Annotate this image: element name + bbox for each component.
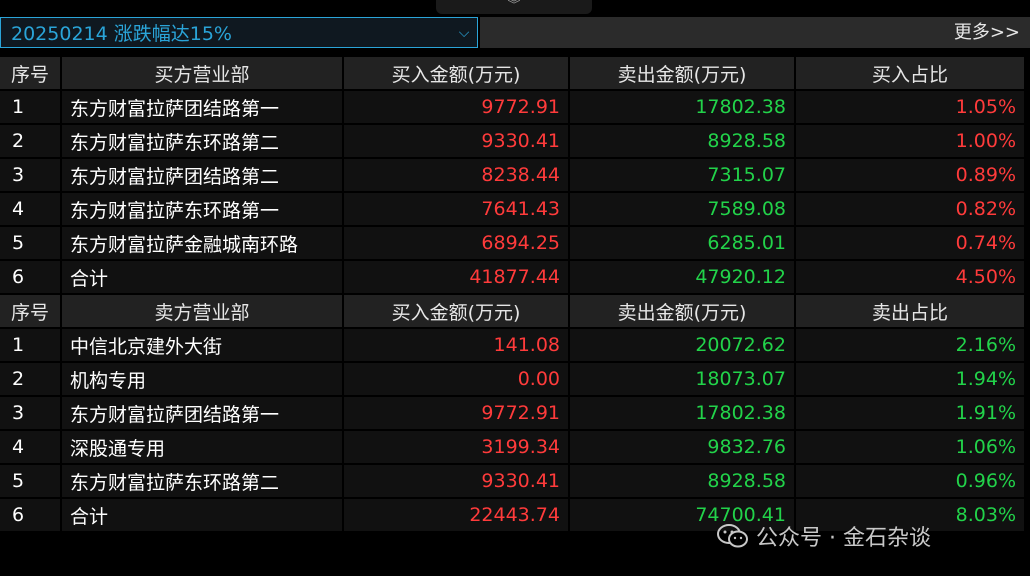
row-index: 5 bbox=[0, 227, 62, 261]
broker-name: 东方财富拉萨东环路第二 bbox=[62, 125, 344, 159]
table-row[interactable]: 1 东方财富拉萨团结路第一 9772.91 17802.38 1.05% bbox=[0, 91, 1026, 125]
sell-amount: 9832.76 bbox=[570, 431, 796, 465]
column-header[interactable]: 序号 bbox=[0, 57, 62, 91]
sell-amount: 8928.58 bbox=[570, 125, 796, 159]
buy-amount: 0.00 bbox=[344, 363, 570, 397]
broker-name: 东方财富拉萨金融城南环路 bbox=[62, 227, 344, 261]
column-header[interactable]: 买入金额(万元) bbox=[344, 295, 570, 329]
table-row[interactable]: 1 中信北京建外大街 141.08 20072.62 2.16% bbox=[0, 329, 1026, 363]
row-index: 4 bbox=[0, 193, 62, 227]
broker-name: 东方财富拉萨东环路第二 bbox=[62, 465, 344, 499]
table-row[interactable]: 4 深股通专用 3199.34 9832.76 1.06% bbox=[0, 431, 1026, 465]
sell-amount: 18073.07 bbox=[570, 363, 796, 397]
row-index: 3 bbox=[0, 159, 62, 193]
ratio-value: 0.74% bbox=[796, 227, 1026, 261]
table-row[interactable]: 5 东方财富拉萨东环路第二 9330.41 8928.58 0.96% bbox=[0, 465, 1026, 499]
buy-amount: 141.08 bbox=[344, 329, 570, 363]
row-index: 1 bbox=[0, 91, 62, 125]
sell-amount: 7315.07 bbox=[570, 159, 796, 193]
dropdown-selected-value: 20250214 涨跌幅达15% bbox=[11, 23, 232, 45]
table-row[interactable]: 4 东方财富拉萨东环路第一 7641.43 7589.08 0.82% bbox=[0, 193, 1026, 227]
collapse-toggle[interactable]: ︾ bbox=[436, 0, 592, 14]
row-index: 4 bbox=[0, 431, 62, 465]
table-row[interactable]: 3 东方财富拉萨团结路第二 8238.44 7315.07 0.89% bbox=[0, 159, 1026, 193]
broker-name: 合计 bbox=[62, 261, 344, 295]
wechat-icon bbox=[717, 524, 748, 548]
buy-amount: 7641.43 bbox=[344, 193, 570, 227]
ratio-value: 0.89% bbox=[796, 159, 1026, 193]
column-header[interactable]: 买方营业部 bbox=[62, 57, 344, 91]
watermark: 公众号 · 金石杂谈 bbox=[716, 518, 931, 554]
table-row[interactable]: 2 机构专用 0.00 18073.07 1.94% bbox=[0, 363, 1026, 397]
buy-amount: 9772.91 bbox=[344, 397, 570, 431]
ratio-value: 1.94% bbox=[796, 363, 1026, 397]
ratio-value: 1.91% bbox=[796, 397, 1026, 431]
column-header[interactable]: 卖方营业部 bbox=[62, 295, 344, 329]
row-index: 2 bbox=[0, 125, 62, 159]
buy-amount: 3199.34 bbox=[344, 431, 570, 465]
buy-amount: 9330.41 bbox=[344, 465, 570, 499]
table-row[interactable]: 2 东方财富拉萨东环路第二 9330.41 8928.58 1.00% bbox=[0, 125, 1026, 159]
row-index: 2 bbox=[0, 363, 62, 397]
buy-section-header: 序号 买方营业部 买入金额(万元) 卖出金额(万元) 买入占比 bbox=[0, 57, 1026, 91]
more-bar: 更多>> bbox=[480, 17, 1030, 48]
buy-amount: 8238.44 bbox=[344, 159, 570, 193]
lhb-table: 序号 买方营业部 买入金额(万元) 卖出金额(万元) 买入占比 1 东方财富拉萨团结路第一 9… bbox=[0, 57, 1026, 533]
column-header[interactable]: 买入金额(万元) bbox=[344, 57, 570, 91]
broker-name: 机构专用 bbox=[62, 363, 344, 397]
broker-name: 深股通专用 bbox=[62, 431, 344, 465]
ratio-value: 1.00% bbox=[796, 125, 1026, 159]
row-index: 5 bbox=[0, 465, 62, 499]
row-index: 6 bbox=[0, 499, 62, 533]
chevron-down-icon: ⌵ bbox=[458, 24, 470, 41]
table-row[interactable]: 5 东方财富拉萨金融城南环路 6894.25 6285.01 0.74% bbox=[0, 227, 1026, 261]
buy-amount: 22443.74 bbox=[344, 499, 570, 533]
sell-amount: 7589.08 bbox=[570, 193, 796, 227]
broker-name: 合计 bbox=[62, 499, 344, 533]
table-row[interactable]: 6 合计 41877.44 47920.12 4.50% bbox=[0, 261, 1026, 295]
buy-amount: 9772.91 bbox=[344, 91, 570, 125]
broker-name: 中信北京建外大街 bbox=[62, 329, 344, 363]
more-button[interactable]: 更多>> bbox=[954, 17, 1020, 48]
column-header[interactable]: 买入占比 bbox=[796, 57, 1026, 91]
sell-amount: 47920.12 bbox=[570, 261, 796, 295]
sell-section-header: 序号 卖方营业部 买入金额(万元) 卖出金额(万元) 卖出占比 bbox=[0, 295, 1026, 329]
buy-amount: 41877.44 bbox=[344, 261, 570, 295]
broker-name: 东方财富拉萨团结路第二 bbox=[62, 159, 344, 193]
top-bar: ︾ bbox=[0, 0, 1030, 14]
sell-amount: 20072.62 bbox=[570, 329, 796, 363]
row-index: 1 bbox=[0, 329, 62, 363]
watermark-text: 公众号 · 金石杂谈 bbox=[756, 526, 931, 551]
broker-name: 东方财富拉萨团结路第一 bbox=[62, 397, 344, 431]
ratio-value: 2.16% bbox=[796, 329, 1026, 363]
broker-name: 东方财富拉萨团结路第一 bbox=[62, 91, 344, 125]
buy-amount: 9330.41 bbox=[344, 125, 570, 159]
column-header[interactable]: 卖出占比 bbox=[796, 295, 1026, 329]
broker-name: 东方财富拉萨东环路第一 bbox=[62, 193, 344, 227]
table-row[interactable]: 3 东方财富拉萨团结路第一 9772.91 17802.38 1.91% bbox=[0, 397, 1026, 431]
ratio-value: 1.06% bbox=[796, 431, 1026, 465]
ratio-value: 0.82% bbox=[796, 193, 1026, 227]
buy-amount: 6894.25 bbox=[344, 227, 570, 261]
ratio-value: 4.50% bbox=[796, 261, 1026, 295]
double-chevron-down-icon: ︾ bbox=[507, 0, 521, 13]
sell-amount: 8928.58 bbox=[570, 465, 796, 499]
ratio-value: 1.05% bbox=[796, 91, 1026, 125]
row-index: 6 bbox=[0, 261, 62, 295]
ratio-value: 0.96% bbox=[796, 465, 1026, 499]
sell-amount: 17802.38 bbox=[570, 397, 796, 431]
sell-amount: 6285.01 bbox=[570, 227, 796, 261]
column-header[interactable]: 卖出金额(万元) bbox=[570, 295, 796, 329]
column-header[interactable]: 卖出金额(万元) bbox=[570, 57, 796, 91]
column-header[interactable]: 序号 bbox=[0, 295, 62, 329]
date-filter-dropdown[interactable]: 20250214 涨跌幅达15% ⌵ bbox=[0, 17, 478, 48]
row-index: 3 bbox=[0, 397, 62, 431]
sell-amount: 17802.38 bbox=[570, 91, 796, 125]
